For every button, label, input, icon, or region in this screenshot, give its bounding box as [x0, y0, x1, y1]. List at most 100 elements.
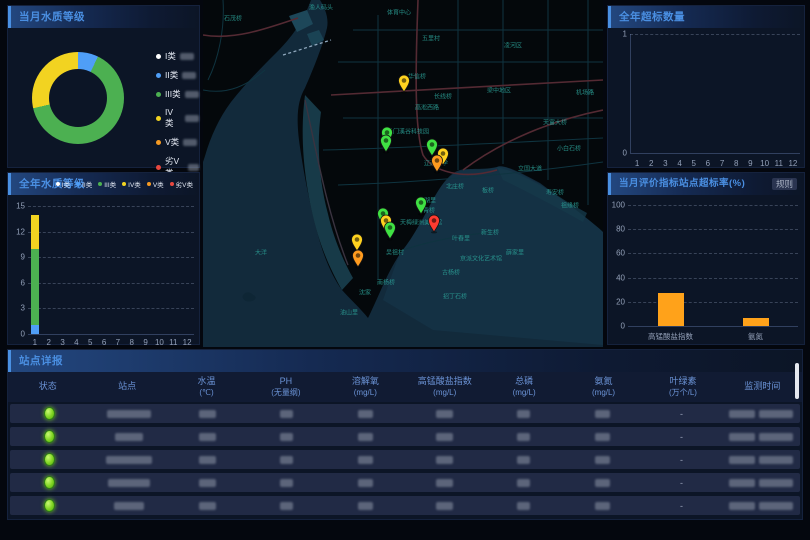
map-place-label: 石茂桥	[224, 14, 242, 23]
x-axis-category-label: 高锰酸盐指数	[648, 331, 693, 342]
cell-状态	[10, 499, 89, 512]
y-axis-tick: 80	[616, 225, 625, 234]
value-redacted	[280, 456, 293, 464]
dashboard: 当月水质等级 I类II类III类IV类V类劣V类 全年水质等级 I类II类III…	[0, 0, 810, 540]
legend-item[interactable]: II类	[156, 69, 199, 81]
cell-叶绿素: -	[642, 478, 721, 488]
gridline	[28, 257, 194, 258]
cell-监测时间	[721, 410, 800, 418]
time-redacted	[759, 410, 793, 418]
year-exceed-chart[interactable]: 01123456789101112	[608, 6, 806, 169]
map-place-label: 渔人码头	[309, 3, 333, 12]
table-scrollbar[interactable]	[795, 363, 799, 399]
map-place-label: 寿安桥	[546, 188, 564, 197]
cell-监测时间	[721, 456, 800, 464]
year-quality-bar-chart[interactable]: 03691215123456789101112	[8, 173, 201, 346]
value-redacted	[436, 479, 453, 487]
month-quality-donut-chart[interactable]	[32, 52, 124, 144]
map-place-label: 小白石桥	[557, 144, 581, 153]
cell-氨氮	[563, 479, 642, 487]
x-axis-tick: 7	[116, 338, 120, 347]
cell-PH	[247, 456, 326, 464]
cell-高锰酸盐指数	[405, 479, 484, 487]
station-pin-orange[interactable]	[350, 246, 366, 269]
y-axis-tick: 0	[21, 330, 25, 339]
status-ok-dot	[44, 476, 55, 489]
legend-item[interactable]: IV类	[156, 107, 199, 129]
rate-bar[interactable]	[743, 318, 769, 326]
station-map[interactable]: 石茂桥渔人码头体育中心五里村凌河区华信桥长线桥梁中地区机场路天富大桥高淞西路长门…	[203, 0, 603, 347]
legend-item[interactable]: I类	[156, 50, 199, 62]
cell-水温	[168, 502, 247, 510]
cell-氨氮	[563, 456, 642, 464]
x-axis-tick: 5	[88, 338, 92, 347]
panel-year-quality: 全年水质等级 I类II类III类IV类V类劣V类 036912151234567…	[7, 172, 200, 345]
column-name: 氨氮	[595, 376, 613, 388]
exceed-rate-bar-chart[interactable]: 020406080100高锰酸盐指数氨氮	[608, 173, 806, 346]
gridline	[28, 308, 194, 309]
cell-站点	[89, 433, 168, 441]
cell-水温	[168, 456, 247, 464]
legend-item[interactable]: III类	[156, 88, 199, 100]
map-place-label: 古杨桥	[442, 268, 460, 277]
cell-站点	[89, 410, 168, 418]
x-axis-tick: 3	[663, 159, 667, 168]
value-redacted	[436, 502, 453, 510]
stacked-bar[interactable]	[31, 215, 39, 334]
cell-溶解氧	[326, 433, 405, 441]
map-place-label: 高淞西路	[415, 103, 439, 112]
gridline	[628, 302, 798, 303]
table-row[interactable]: -	[10, 473, 800, 492]
value-redacted	[280, 433, 293, 441]
station-pin-red[interactable]	[426, 211, 442, 234]
cell-PH	[247, 433, 326, 441]
x-axis-tick: 11	[169, 338, 177, 347]
table-row[interactable]: -	[10, 427, 800, 446]
station-pin-green[interactable]	[382, 218, 398, 241]
column-header-溶解氧: 溶解氧(mg/L)	[326, 376, 405, 398]
cell-溶解氧	[326, 456, 405, 464]
pin-icon	[350, 246, 366, 269]
cell-氨氮	[563, 410, 642, 418]
table-row[interactable]: -	[10, 496, 800, 515]
value-redacted	[280, 502, 293, 510]
column-unit: (万个/L)	[669, 388, 697, 398]
x-axis-tick: 9	[143, 338, 147, 347]
value-redacted	[436, 456, 453, 464]
value-redacted	[358, 502, 373, 510]
cell-状态	[10, 430, 89, 443]
gridline	[630, 34, 800, 35]
panel-title: 站点详报	[11, 350, 63, 372]
gridline	[628, 205, 798, 206]
y-axis-tick: 3	[21, 304, 25, 313]
value-redacted	[358, 479, 373, 487]
y-axis-tick: 6	[21, 278, 25, 287]
cell-状态	[10, 453, 89, 466]
gridline	[28, 283, 194, 284]
legend-item[interactable]: V类	[156, 136, 199, 148]
table-row[interactable]: -	[10, 450, 800, 469]
column-header-水温: 水温(℃)	[167, 376, 246, 398]
value-redacted	[595, 502, 610, 510]
map-place-label: 新生桥	[481, 228, 499, 237]
x-axis-tick: 5	[692, 159, 696, 168]
column-name: 状态	[39, 381, 57, 393]
column-name: 总磷	[515, 376, 533, 388]
date-redacted	[729, 410, 755, 418]
cell-氨氮	[563, 433, 642, 441]
table-row[interactable]: -	[10, 404, 800, 423]
rate-bar[interactable]	[658, 293, 684, 326]
cell-叶绿素: -	[642, 501, 721, 511]
value-redacted	[199, 456, 216, 464]
cell-水温	[168, 433, 247, 441]
table-body: - - - - -	[8, 404, 802, 515]
value-redacted	[199, 479, 216, 487]
cell-状态	[10, 407, 89, 420]
cell-高锰酸盐指数	[405, 502, 484, 510]
x-axis-tick: 8	[734, 159, 738, 168]
gridline	[28, 334, 194, 335]
x-axis-tick: 1	[635, 159, 639, 168]
station-pin-green[interactable]	[378, 131, 394, 154]
station-pin-yellow[interactable]	[396, 71, 412, 94]
station-pin-orange[interactable]	[429, 151, 445, 174]
